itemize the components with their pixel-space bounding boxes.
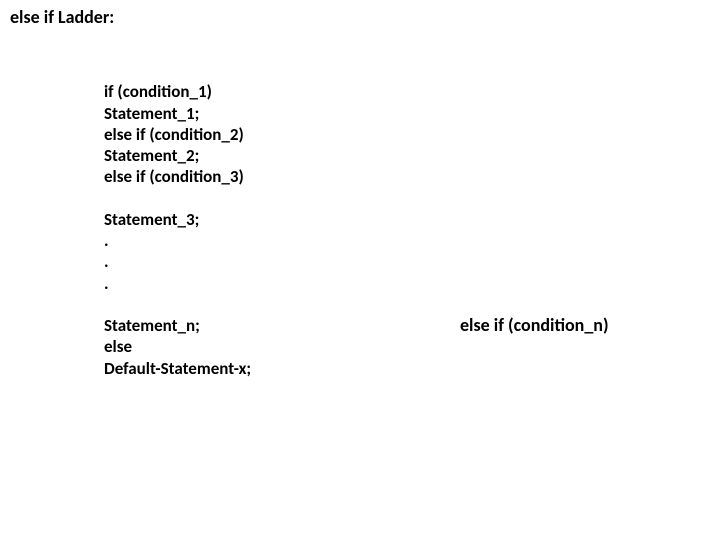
annotation-text: else if (condition_n) — [460, 314, 609, 336]
code-line: Statement_n; — [104, 315, 200, 336]
code-line: else if (condition_2) — [104, 124, 244, 145]
code-line: Statement_1; — [104, 103, 199, 124]
code-block: if (condition_1) Statement_1; else if (c… — [104, 60, 251, 379]
code-line: Default-Statement-x; — [104, 358, 251, 379]
code-line: Statement_3; — [104, 209, 199, 230]
code-line: . — [104, 273, 109, 294]
code-line: else — [104, 336, 132, 357]
code-line: if (condition_1) — [104, 81, 212, 102]
slide-title: else if Ladder: — [10, 6, 114, 28]
code-line: Statement_2; — [104, 145, 199, 166]
code-line: . — [104, 251, 109, 272]
slide: else if Ladder: if (condition_1) Stateme… — [0, 0, 720, 540]
code-line: else if (condition_3) — [104, 166, 244, 187]
code-line: . — [104, 230, 109, 251]
